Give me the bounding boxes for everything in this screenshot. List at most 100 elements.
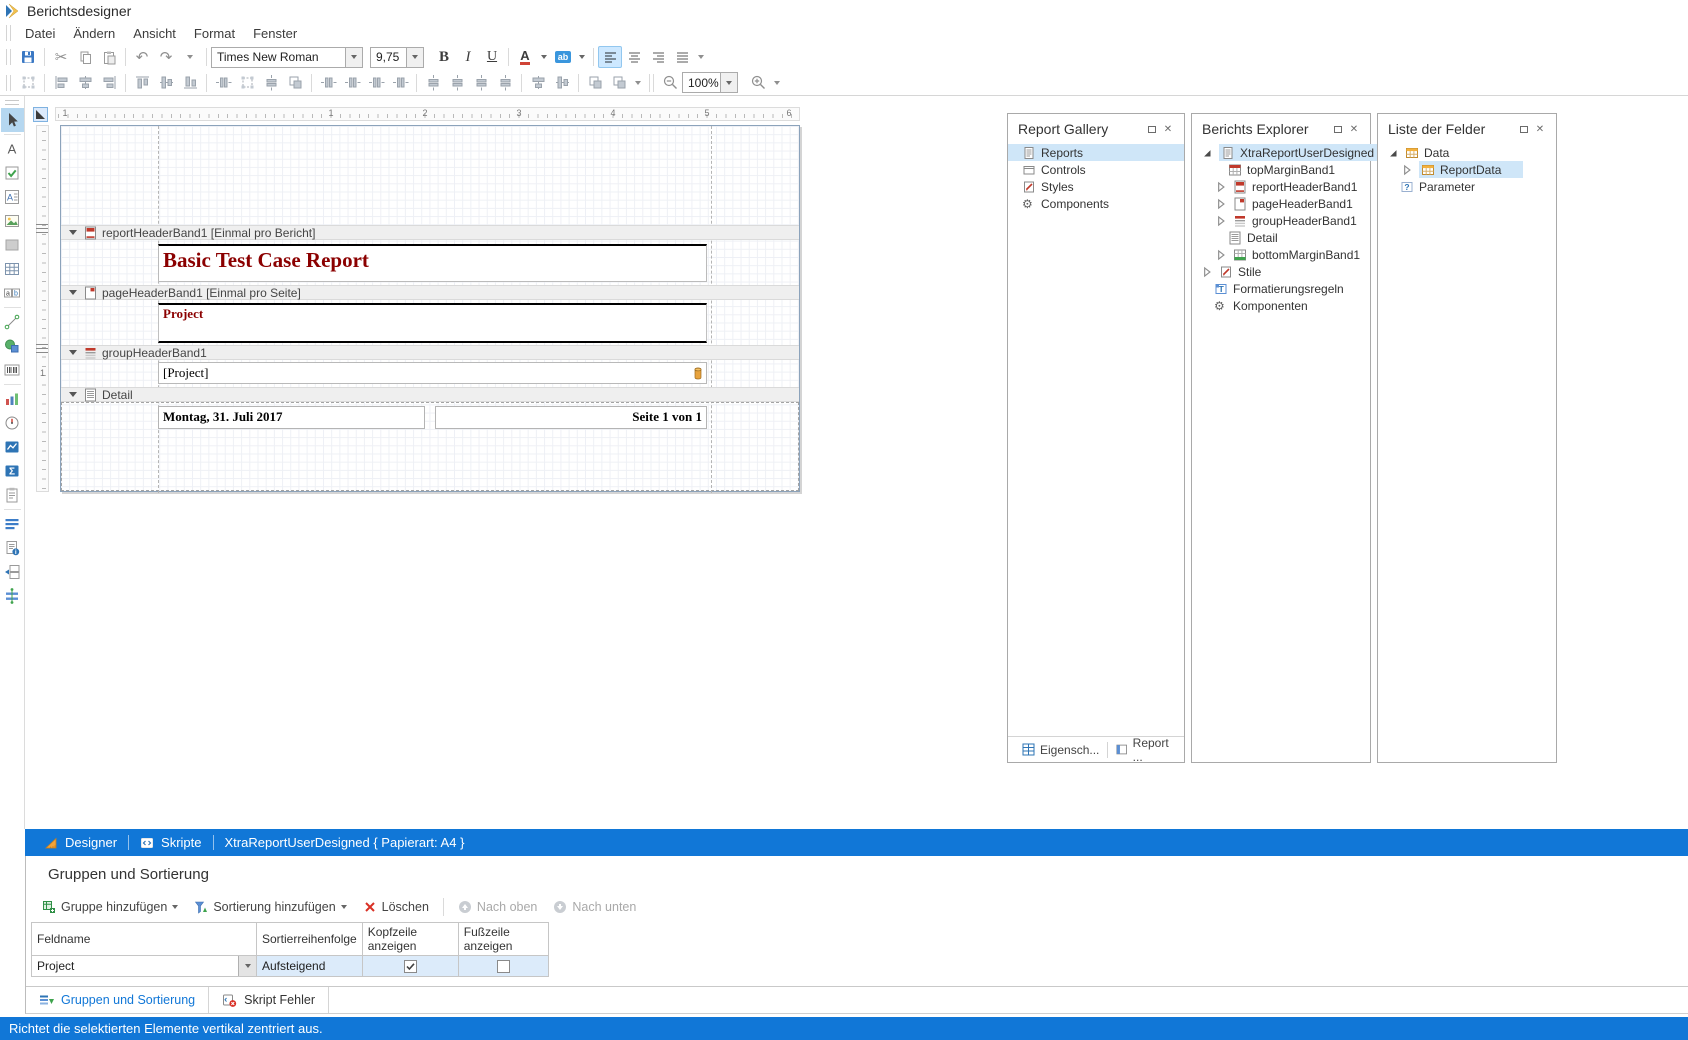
highlight-dropdown[interactable] — [575, 46, 589, 68]
richtext-tool[interactable]: A — [1, 185, 24, 209]
remove-vertical-spacing-button[interactable] — [493, 72, 517, 94]
redo-dropdown[interactable] — [178, 46, 202, 68]
fusszeile-checkbox[interactable] — [497, 960, 510, 973]
bold-button[interactable]: B — [432, 46, 456, 68]
cut-button[interactable]: ✂ — [49, 46, 73, 68]
checkbox-tool[interactable] — [1, 161, 24, 185]
pointer-tool[interactable] — [1, 108, 24, 132]
tree-node-styles[interactable]: Stile — [1192, 263, 1370, 280]
collapsed-icon[interactable] — [1200, 265, 1214, 279]
date-label[interactable]: Montag, 31. Juli 2017 — [158, 406, 425, 429]
column-header-kopfzeile[interactable]: Kopfzeile anzeigen — [362, 923, 458, 956]
gallery-item-styles[interactable]: Styles — [1008, 178, 1184, 195]
align-left-edges-button[interactable] — [49, 72, 73, 94]
tree-node-report[interactable]: XtraReportUserDesigned — [1192, 144, 1370, 161]
character-comb-tool[interactable]: ab — [1, 281, 24, 305]
send-to-back-button[interactable] — [607, 72, 631, 94]
band-drag-handle[interactable] — [36, 344, 48, 353]
collapsed-icon[interactable] — [1214, 248, 1228, 262]
italic-button[interactable]: I — [456, 46, 480, 68]
eigenschaften-tab-button[interactable]: Eigensch... — [1014, 739, 1107, 761]
page-header-band-strip[interactable]: pageHeaderBand1 [Einmal pro Seite] — [61, 285, 799, 300]
label-tool[interactable]: A — [1, 137, 24, 161]
table-tool[interactable] — [1, 257, 24, 281]
font-color-dropdown[interactable] — [537, 46, 551, 68]
close-icon[interactable]: ✕ — [1532, 122, 1548, 136]
menu-ansicht[interactable]: Ansicht — [124, 24, 185, 43]
tree-node-components[interactable]: ⚙ Komponenten — [1192, 297, 1370, 314]
size-to-grid-button[interactable] — [16, 72, 40, 94]
collapse-arrow-icon[interactable] — [69, 230, 77, 235]
collapse-arrow-icon[interactable] — [69, 350, 77, 355]
tab-skripte[interactable]: Skripte — [129, 829, 212, 856]
menu-aendern[interactable]: Ändern — [64, 24, 124, 43]
tab-skript-fehler[interactable]: Skript Fehler — [209, 987, 329, 1013]
add-group-button[interactable]: Gruppe hinzufügen — [34, 895, 186, 919]
subreport-tool[interactable] — [1, 483, 24, 507]
align-right-edges-button[interactable] — [97, 72, 121, 94]
sortierreihenfolge-cell[interactable]: Aufsteigend — [257, 956, 363, 977]
group-header-band-strip[interactable]: groupHeaderBand1 — [61, 345, 799, 360]
gauge-tool[interactable] — [1, 411, 24, 435]
chart-tool[interactable] — [1, 387, 24, 411]
redo-button[interactable]: ↷ — [154, 46, 178, 68]
align-left-button[interactable] — [598, 46, 622, 68]
collapsed-icon[interactable] — [1214, 197, 1228, 211]
zoom-combo[interactable]: 100% — [682, 72, 738, 93]
vertical-ruler[interactable]: 1 — [36, 125, 49, 492]
decrease-vertical-spacing-button[interactable] — [469, 72, 493, 94]
make-same-size-button[interactable] — [283, 72, 307, 94]
cross-band-box-tool[interactable] — [1, 584, 24, 608]
make-same-height-button[interactable] — [259, 72, 283, 94]
line-tool[interactable] — [1, 310, 24, 334]
font-size-combo[interactable]: 9,75 — [370, 47, 424, 68]
page-number-label[interactable]: Seite 1 von 1 — [435, 406, 707, 429]
kopfzeile-checkbox[interactable] — [404, 960, 417, 973]
detail-band-strip[interactable]: Detail — [61, 387, 799, 402]
menu-fenster[interactable]: Fenster — [244, 24, 306, 43]
tree-node-top-margin-band[interactable]: topMarginBand1 — [1192, 161, 1370, 178]
tree-node-formatting-rules[interactable]: Formatierungsregeln — [1192, 280, 1370, 297]
close-icon[interactable]: ✕ — [1160, 122, 1176, 136]
tree-node-group-header-band[interactable]: groupHeaderBand1 — [1192, 212, 1370, 229]
align-dropdown[interactable] — [694, 46, 708, 68]
align-bottom-edges-button[interactable] — [178, 72, 202, 94]
tree-node-detail-band[interactable]: Detail — [1192, 229, 1370, 246]
toolbar-grip[interactable] — [6, 25, 11, 41]
picture-tool[interactable] — [1, 209, 24, 233]
field-node-reportdata[interactable]: ReportData — [1378, 161, 1556, 178]
collapsed-icon[interactable] — [1214, 214, 1228, 228]
collapse-arrow-icon[interactable] — [69, 392, 77, 397]
align-center-button[interactable] — [622, 46, 646, 68]
band-drag-handle[interactable] — [36, 224, 48, 233]
panel-tool[interactable] — [1, 233, 24, 257]
font-name-dropdown[interactable] — [345, 48, 362, 67]
group-field-label[interactable]: [Project] — [158, 362, 707, 384]
maximize-icon[interactable] — [1330, 122, 1346, 136]
report-title-label[interactable]: Basic Test Case Report — [158, 244, 707, 282]
underline-button[interactable]: U — [480, 46, 504, 68]
move-down-button[interactable]: Nach unten — [545, 895, 644, 919]
ruler-corner-button[interactable] — [33, 107, 48, 122]
page-header-label[interactable]: Project — [158, 303, 707, 343]
zoom-menu-dropdown[interactable] — [770, 72, 784, 94]
expanded-icon[interactable] — [1386, 146, 1400, 160]
zoom-dropdown[interactable] — [720, 73, 737, 92]
collapsed-icon[interactable] — [1400, 163, 1414, 177]
align-horizontal-centers-button[interactable] — [73, 72, 97, 94]
barcode-tool[interactable] — [1, 358, 24, 382]
center-horizontally-button[interactable] — [526, 72, 550, 94]
tree-node-report-header-band[interactable]: reportHeaderBand1 — [1192, 178, 1370, 195]
feldname-dropdown[interactable] — [238, 956, 256, 976]
menu-format[interactable]: Format — [185, 24, 244, 43]
justify-button[interactable] — [670, 46, 694, 68]
shape-tool[interactable] — [1, 334, 24, 358]
bring-to-front-button[interactable] — [583, 72, 607, 94]
make-same-width-button[interactable] — [211, 72, 235, 94]
report-explorer-tab-button[interactable]: Report ... — [1108, 739, 1184, 761]
sparkline-tool[interactable] — [1, 435, 24, 459]
increase-vertical-spacing-button[interactable] — [445, 72, 469, 94]
copy-button[interactable] — [73, 46, 97, 68]
collapse-arrow-icon[interactable] — [69, 290, 77, 295]
pivot-grid-tool[interactable]: Σ — [1, 459, 24, 483]
